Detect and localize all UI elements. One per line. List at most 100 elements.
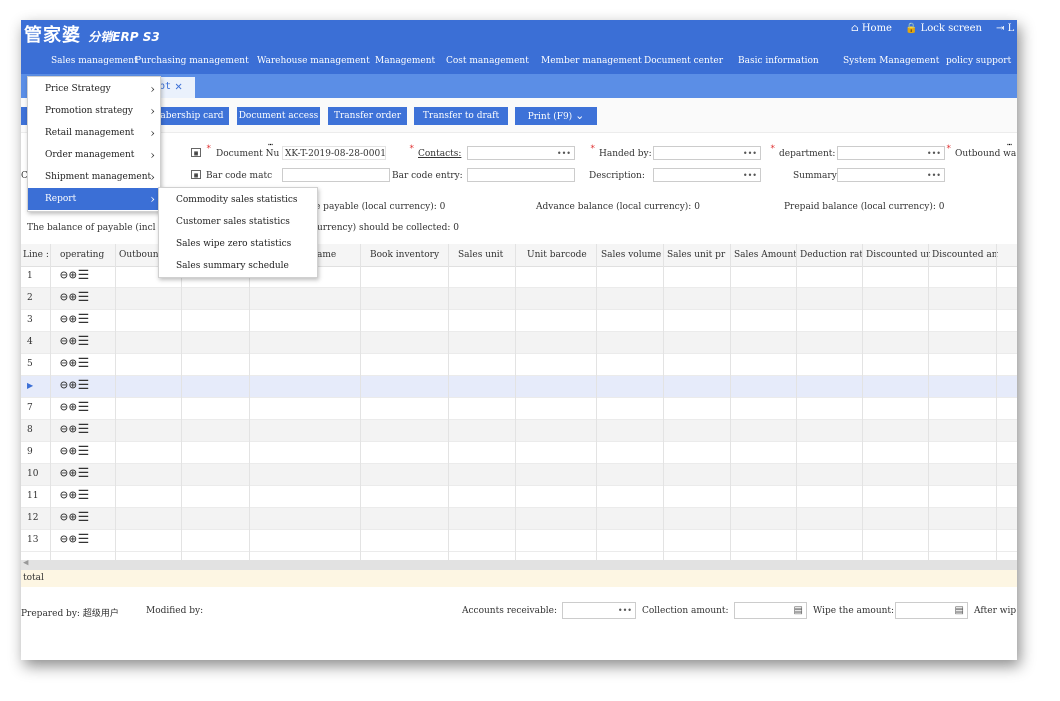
col-discounted-unit[interactable]: Discounted un xyxy=(866,250,930,260)
col-deduction-rate[interactable]: Deduction rat xyxy=(800,250,864,260)
prepared-by-label: Prepared by: xyxy=(21,609,80,619)
col-discounted-amount[interactable]: Discounted am xyxy=(932,250,998,260)
row-operation-icons[interactable]: ⊖⊕☰ xyxy=(60,444,90,459)
contacts-link[interactable]: Contacts: xyxy=(418,149,461,159)
exit-link[interactable]: ⇥ L xyxy=(996,23,1014,34)
document-access-button[interactable]: Document access xyxy=(237,107,320,125)
accounts-receivable-input[interactable]: ••• xyxy=(562,602,636,619)
handed-by-input[interactable]: ••• xyxy=(653,146,761,160)
close-icon[interactable]: ✕ xyxy=(175,79,182,93)
row-operation-icons[interactable]: ⊖⊕☰ xyxy=(60,532,90,547)
menu-warehouse-management[interactable]: Warehouse management xyxy=(257,56,370,66)
table-row[interactable]: 10 ⊖⊕☰ xyxy=(21,464,1017,486)
department-input[interactable]: ••• xyxy=(837,146,945,160)
col-sales-unit-price[interactable]: Sales unit pr xyxy=(667,250,731,260)
row-number: 1 xyxy=(27,271,33,281)
dropdown-item-order-management[interactable]: Order management › xyxy=(28,144,160,166)
transfer-draft-button[interactable]: Transfer to draft xyxy=(414,107,508,125)
menu-sales-management[interactable]: Sales management xyxy=(51,56,138,66)
table-row[interactable]: 9 ⊖⊕☰ xyxy=(21,442,1017,464)
dropdown-item-retail-management[interactable]: Retail management › xyxy=(28,122,160,144)
dropdown-item-promotion-strategy[interactable]: Promotion strategy › xyxy=(28,100,160,122)
scroll-left-icon[interactable]: ◀ xyxy=(23,558,28,568)
menu-purchasing-management[interactable]: Purchasing management xyxy=(135,56,249,66)
menu-document-center[interactable]: Document center xyxy=(644,56,723,66)
menu-policy-support[interactable]: policy support xyxy=(946,56,1011,66)
row-operation-icons[interactable]: ⊖⊕☰ xyxy=(60,268,90,283)
dropdown-item-report[interactable]: Report › xyxy=(28,188,160,210)
report-submenu: Commodity sales statistics Customer sale… xyxy=(158,187,318,278)
wipe-amount-input[interactable]: ▤ xyxy=(895,602,968,619)
tab-document[interactable]: pt ✕ xyxy=(155,77,195,98)
col-line[interactable]: Line : xyxy=(23,250,49,260)
table-row[interactable]: 7 ⊖⊕☰ xyxy=(21,398,1017,420)
more-icon[interactable]: ••• xyxy=(927,147,941,159)
transfer-order-button[interactable]: Transfer order xyxy=(328,107,407,125)
document-no-field[interactable]: XK-T-2019-08-28-0001 xyxy=(282,146,386,160)
calendar-icon[interactable]: ▦ xyxy=(191,148,201,157)
submenu-sales-summary-schedule[interactable]: Sales summary schedule xyxy=(159,255,289,277)
menu-management[interactable]: Management xyxy=(375,56,435,66)
summary-input[interactable]: ••• xyxy=(837,168,945,182)
lock-screen-link[interactable]: 🔒 Lock screen xyxy=(905,23,982,34)
table-row[interactable]: 4 ⊖⊕☰ xyxy=(21,332,1017,354)
horizontal-scrollbar[interactable]: ◀ xyxy=(21,558,1017,570)
col-sales-volume[interactable]: Sales volume xyxy=(601,250,663,260)
more-icon[interactable]: ••• xyxy=(743,169,757,181)
table-row[interactable]: 11 ⊖⊕☰ xyxy=(21,486,1017,508)
dropdown-item-label: Promotion strategy xyxy=(45,106,133,116)
home-link[interactable]: ⌂ Home xyxy=(851,23,892,34)
col-name[interactable]: ame xyxy=(317,250,357,260)
col-unit-barcode[interactable]: Unit barcode xyxy=(527,250,593,260)
table-row[interactable]: 8 ⊖⊕☰ xyxy=(21,420,1017,442)
calculator-icon[interactable]: ▤ xyxy=(955,604,964,618)
barcode-match-input[interactable] xyxy=(282,168,390,182)
row-operation-icons[interactable]: ⊖⊕☰ xyxy=(60,290,90,305)
more-icon[interactable]: ••• xyxy=(557,147,571,159)
submenu-sales-wipe-zero-statistics[interactable]: Sales wipe zero statistics xyxy=(159,233,291,255)
document-no-more-icon[interactable]: ⋯ xyxy=(268,140,273,149)
row-operation-icons[interactable]: ⊖⊕☰ xyxy=(60,400,90,415)
row-operation-icons[interactable]: ⊖⊕☰ xyxy=(60,510,90,525)
dropdown-item-label: Report xyxy=(45,194,77,204)
dropdown-item-price-strategy[interactable]: Price Strategy › xyxy=(28,78,160,100)
row-operation-icons[interactable]: ⊖⊕☰ xyxy=(60,466,90,481)
col-sales-unit[interactable]: Sales unit xyxy=(458,250,514,260)
col-sales-amount[interactable]: Sales Amount xyxy=(734,250,798,260)
chevron-right-icon: › xyxy=(150,82,155,96)
menu-member-management[interactable]: Member management xyxy=(541,56,642,66)
row-operation-icons[interactable]: ⊖⊕☰ xyxy=(60,356,90,371)
membership-card-button[interactable]: abership card xyxy=(155,107,229,125)
row-operation-icons[interactable]: ⊖⊕☰ xyxy=(60,422,90,437)
row-operation-icons[interactable]: ⊖⊕☰ xyxy=(60,312,90,327)
more-icon[interactable]: ••• xyxy=(743,147,757,159)
collection-amount-input[interactable]: ▤ xyxy=(734,602,807,619)
submenu-commodity-sales-statistics[interactable]: Commodity sales statistics xyxy=(159,189,298,211)
row-operation-icons[interactable]: ⊖⊕☰ xyxy=(60,334,90,349)
prepaid-balance: Prepaid balance (local currency): 0 xyxy=(784,202,945,212)
more-icon[interactable]: ••• xyxy=(618,604,632,618)
more-icon[interactable]: ••• xyxy=(927,169,941,181)
menu-system-management[interactable]: System Management xyxy=(843,56,939,66)
table-row[interactable]: 5 ⊖⊕☰ xyxy=(21,354,1017,376)
barcode-entry-input[interactable] xyxy=(467,168,575,182)
menu-cost-management[interactable]: Cost management xyxy=(446,56,529,66)
description-input[interactable]: ••• xyxy=(653,168,761,182)
table-row-selected[interactable]: ▶ ⊖⊕☰ xyxy=(21,376,1017,398)
col-book-inventory[interactable]: Book inventory xyxy=(370,250,448,260)
contacts-input[interactable]: ••• xyxy=(467,146,575,160)
dropdown-item-shipment-management[interactable]: Shipment management › xyxy=(28,166,160,188)
submenu-customer-sales-statistics[interactable]: Customer sales statistics xyxy=(159,211,290,233)
table-row[interactable]: 2 ⊖⊕☰ xyxy=(21,288,1017,310)
row-operation-icons[interactable]: ⊖⊕☰ xyxy=(60,488,90,503)
table-row[interactable]: 12 ⊖⊕☰ xyxy=(21,508,1017,530)
col-operating[interactable]: operating xyxy=(60,250,112,260)
menu-basic-information[interactable]: Basic information xyxy=(738,56,819,66)
table-row[interactable]: 13 ⊖⊕☰ xyxy=(21,530,1017,552)
row-operation-icons[interactable]: ⊖⊕☰ xyxy=(60,378,90,393)
print-button[interactable]: Print (F9) ⌄ xyxy=(515,107,597,125)
table-row[interactable]: 3 ⊖⊕☰ xyxy=(21,310,1017,332)
calendar-icon[interactable]: ▦ xyxy=(191,170,201,179)
outbound-more-icon[interactable]: ⋯ xyxy=(1007,140,1012,149)
calculator-icon[interactable]: ▤ xyxy=(794,604,803,618)
